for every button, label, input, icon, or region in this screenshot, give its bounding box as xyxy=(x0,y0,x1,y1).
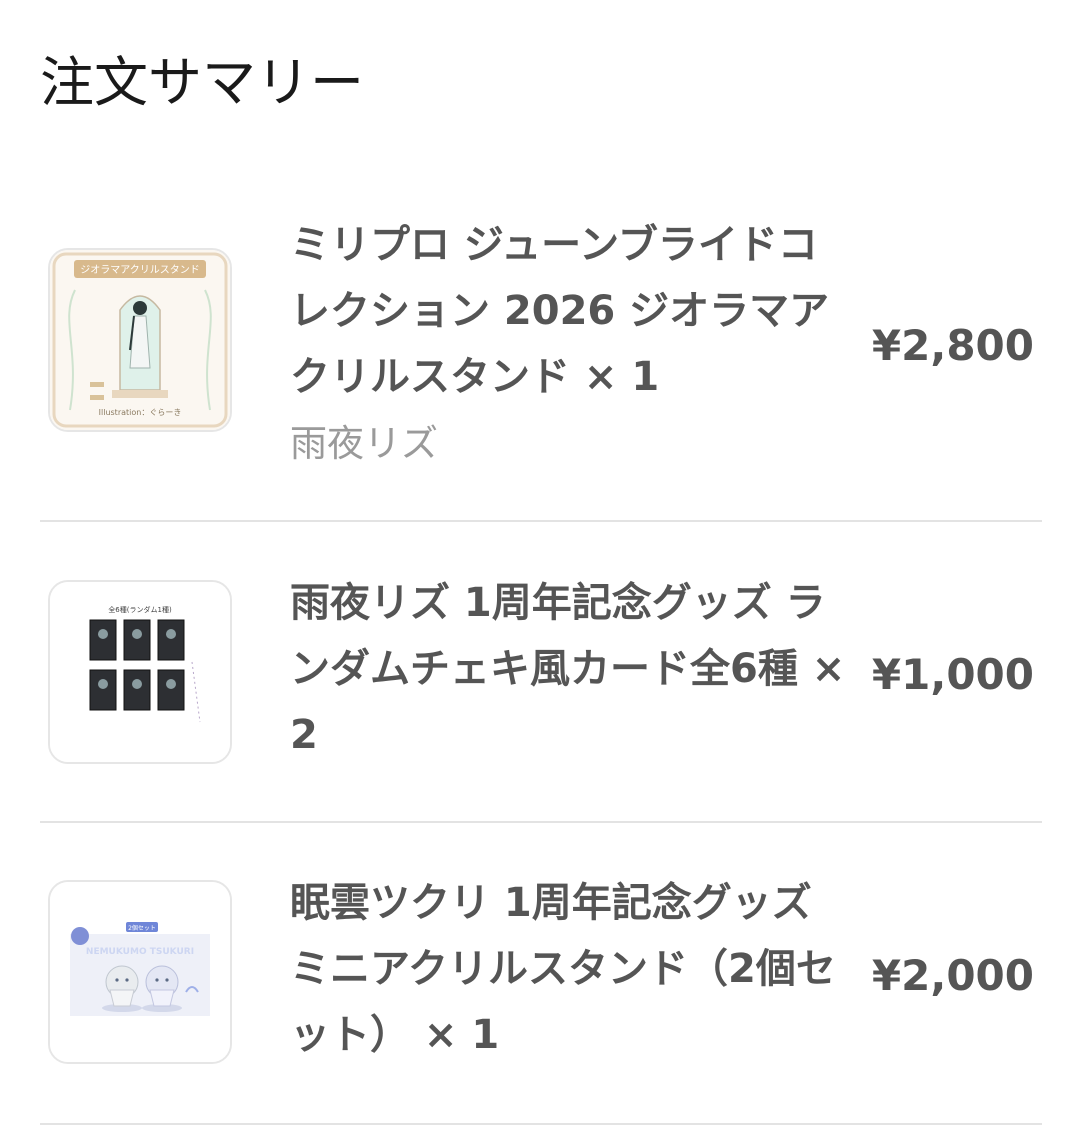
order-item[interactable]: 全6種(ランダム1種) 雨夜リズ 1周年記念グッズ ランダムチェキ風カード全6種… xyxy=(40,522,1042,823)
thumb-banner: ジオラマアクリルスタンド xyxy=(80,264,200,276)
product-price: ¥2,800 xyxy=(871,321,1034,370)
order-item[interactable]: 2個セット NEMUKUMO TSUKURI 眠雲ツクリ 1周年記念グッズ ミニ… xyxy=(40,823,1042,1125)
thumb-badge: 2個セット xyxy=(128,924,156,932)
product-name[interactable]: 眠雲ツクリ 1周年記念グッズ ミニアクリルスタンド（2個セット） × 1 xyxy=(290,870,850,1068)
product-name[interactable]: 雨夜リズ 1周年記念グッズ ランダムチェキ風カード全6種 × 2 xyxy=(290,570,850,768)
mini-acrylic-stand-image: 2個セット NEMUKUMO TSUKURI xyxy=(50,882,230,1062)
product-thumbnail[interactable]: ジオラマアクリルスタンド Illustration：ぐらーき xyxy=(48,248,232,432)
thumb-caption: Illustration：ぐらーき xyxy=(99,408,182,417)
product-thumbnail[interactable]: 2個セット NEMUKUMO TSUKURI xyxy=(48,880,232,1064)
product-name[interactable]: ミリプロ ジューンブライドコレクション 2026 ジオラマアクリルスタンド × … xyxy=(290,212,850,410)
product-price: ¥1,000 xyxy=(871,650,1034,699)
order-item[interactable]: ジオラマアクリルスタンド Illustration：ぐらーき ミリプロ ジューン… xyxy=(40,208,1042,522)
page-title: 注文サマリー xyxy=(40,51,364,114)
product-price: ¥2,000 xyxy=(871,951,1034,1000)
acrylic-stand-image: ジオラマアクリルスタンド Illustration：ぐらーき xyxy=(50,250,230,430)
talent-name: 雨夜リズ xyxy=(290,422,438,465)
thumb-logo: NEMUKUMO TSUKURI xyxy=(86,947,194,957)
product-thumbnail[interactable]: 全6種(ランダム1種) xyxy=(48,580,232,764)
card-set-image: 全6種(ランダム1種) xyxy=(50,582,230,762)
thumb-caption: 全6種(ランダム1種) xyxy=(108,605,172,614)
